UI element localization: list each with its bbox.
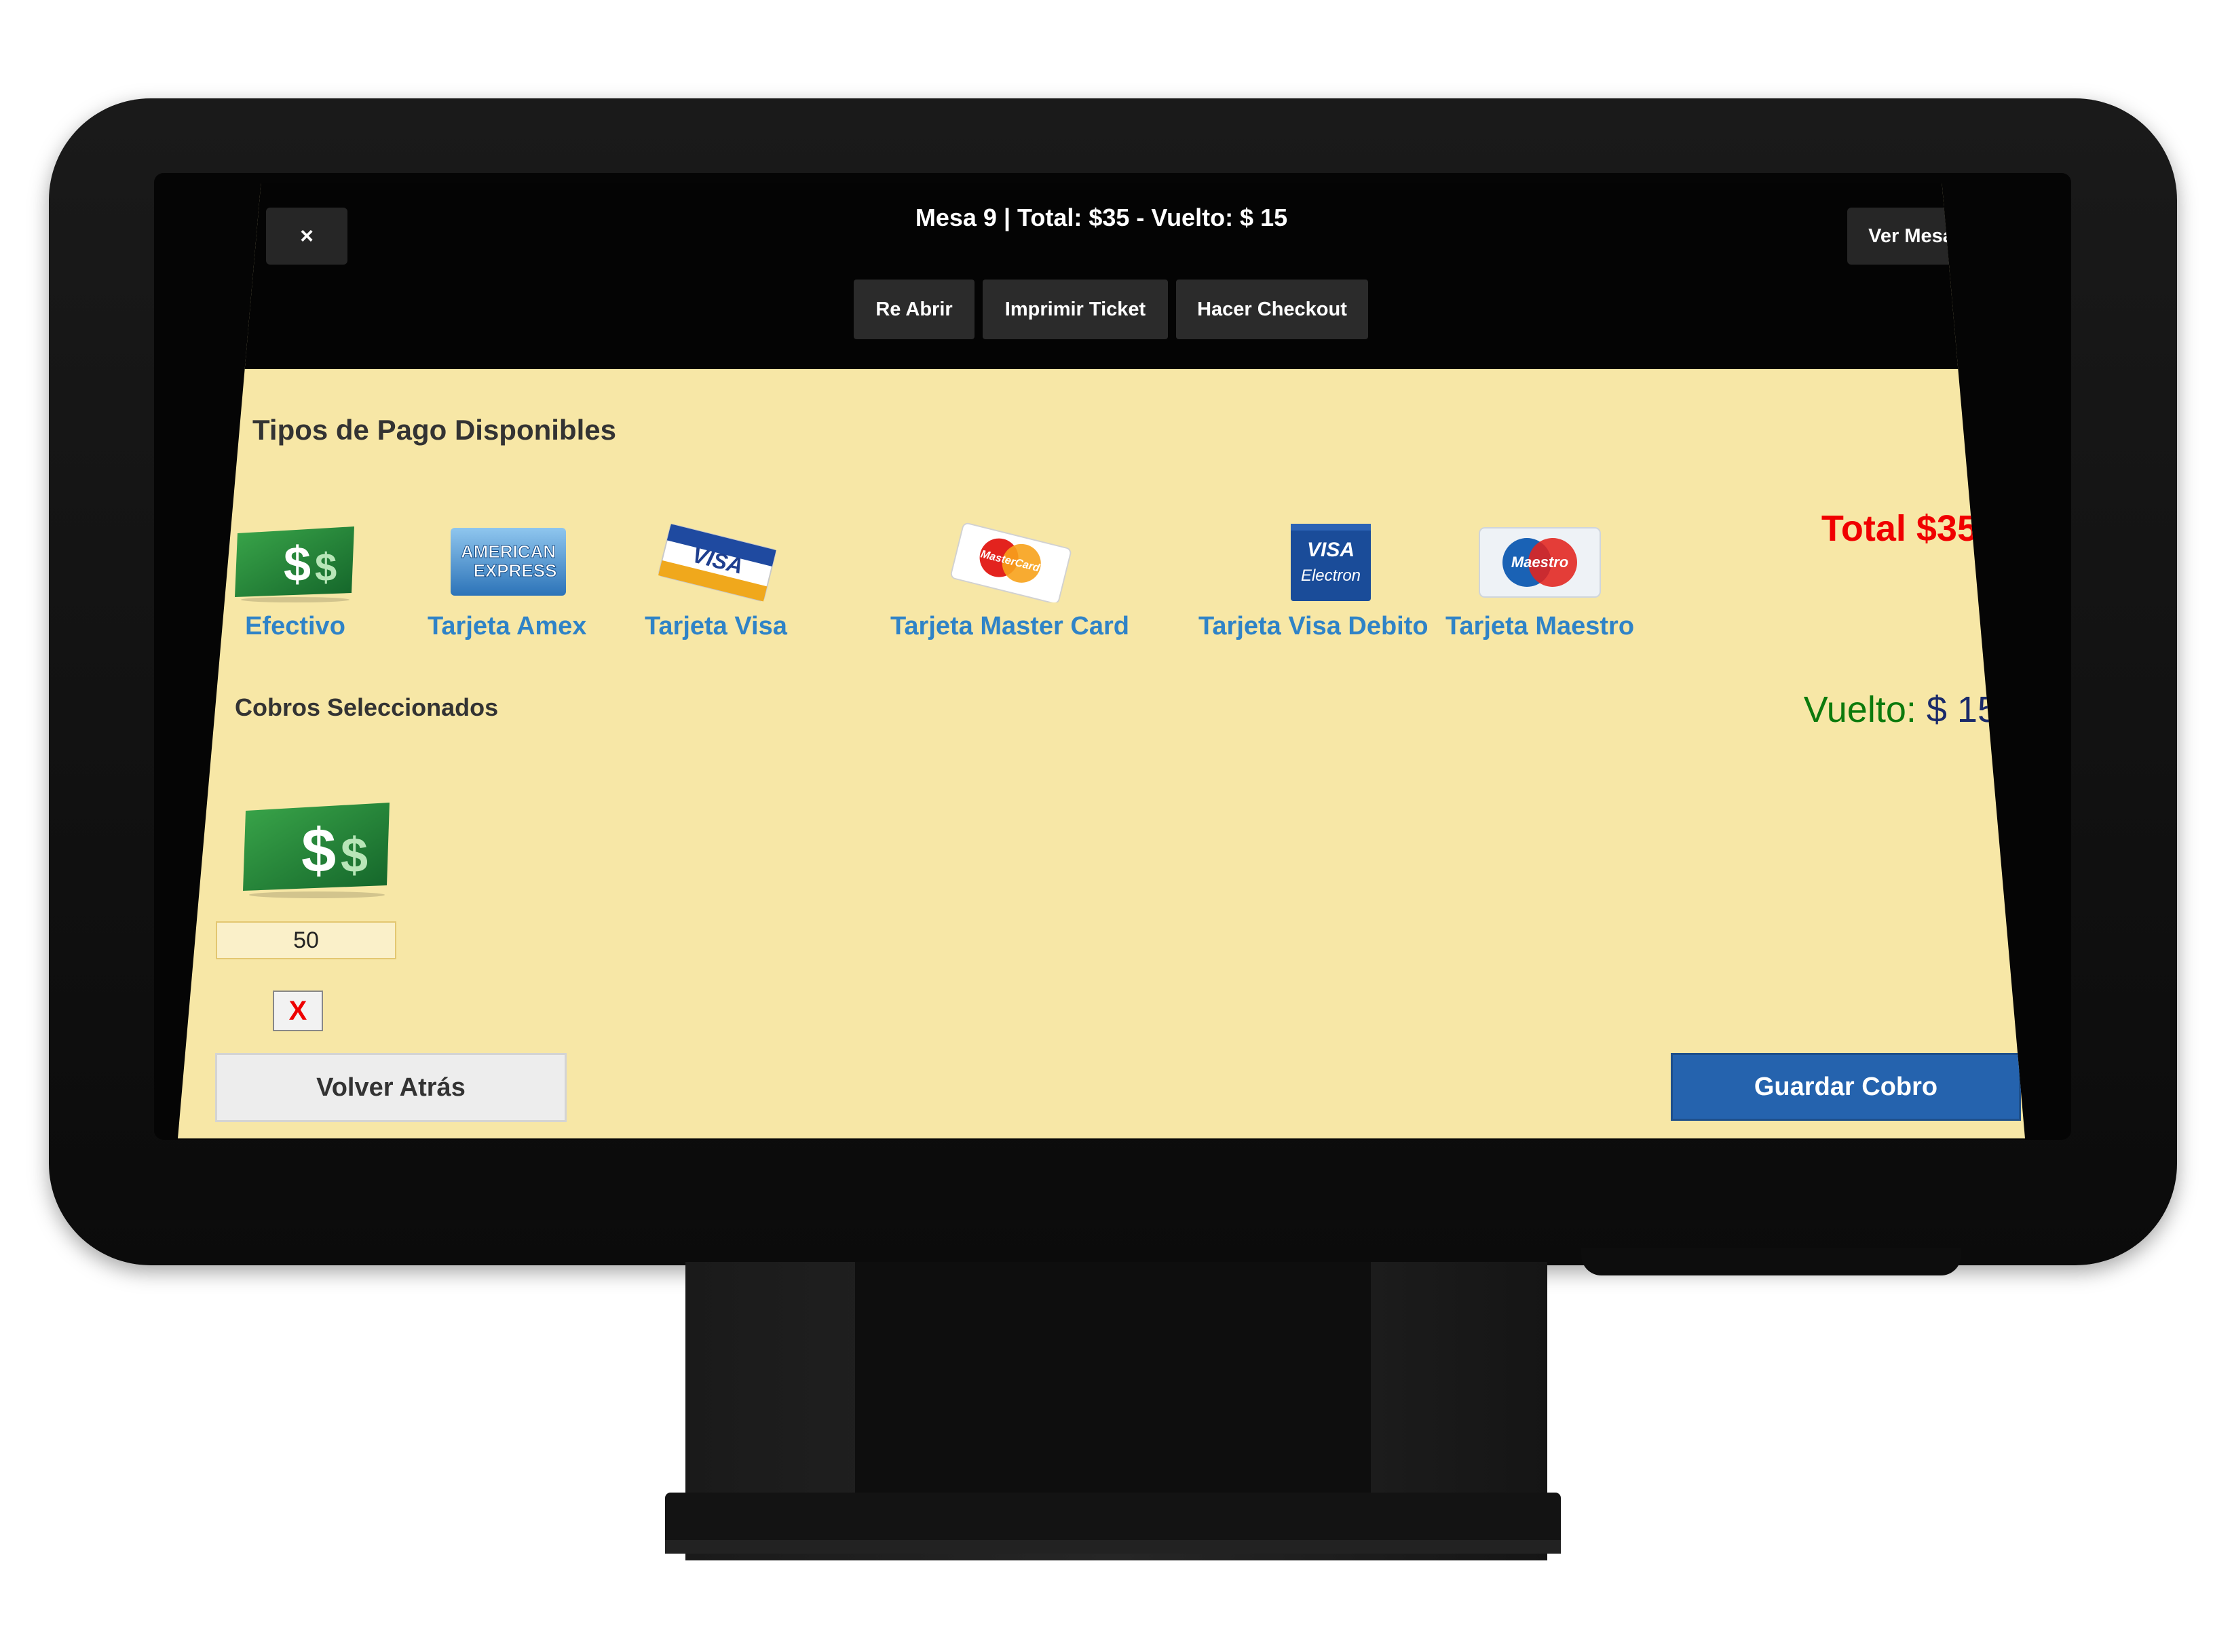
payment-label: Efectivo <box>245 612 345 640</box>
selected-payments-heading: Cobros Seleccionados <box>235 693 499 721</box>
maestro-card-icon: Maestro <box>1475 522 1604 602</box>
amex-card-text-2: EXPRESS <box>474 560 557 581</box>
cash-icon: $ $ <box>239 797 395 902</box>
pos-screen: × Mesa 9 | Total: $35 - Vuelto: $ 15 Ver… <box>178 183 2025 1138</box>
payment-label: Tarjeta Visa Debito <box>1198 612 1429 640</box>
maestro-card-text: Maestro <box>1511 554 1568 571</box>
remove-payment-button[interactable]: X <box>273 991 323 1031</box>
cash-icon: $ $ <box>231 522 360 602</box>
payment-option-visa-debito[interactable]: VISA Electron Tarjeta Visa Debito <box>1198 522 1429 641</box>
monitor-ports <box>1581 1248 1961 1275</box>
page-title: Mesa 9 | Total: $35 - Vuelto: $ 15 <box>915 204 1288 231</box>
selected-amount-input[interactable]: 50 <box>216 921 396 959</box>
total-amount: Total $35 <box>1821 508 1978 549</box>
payment-label: Tarjeta Amex <box>428 612 587 640</box>
payment-types-heading: Tipos de Pago Disponibles <box>252 414 616 446</box>
svg-text:$: $ <box>284 537 311 592</box>
payment-label: Tarjeta Master Card <box>890 612 1129 640</box>
mastercard-icon: MasterCard <box>945 522 1074 602</box>
monitor-stand-base <box>665 1493 1561 1547</box>
visa-electron-icon: VISA Electron <box>1249 522 1378 602</box>
payment-option-maestro[interactable]: Maestro Tarjeta Maestro <box>1445 522 1634 641</box>
payment-option-mastercard[interactable]: MasterCard Tarjeta Master Card <box>890 522 1129 641</box>
visa-electron-text-1: VISA <box>1307 539 1355 561</box>
payment-option-visa[interactable]: VISA Tarjeta Visa <box>645 522 787 641</box>
vuelto-label: Vuelto: <box>1803 689 1927 730</box>
imprimir-ticket-button[interactable]: Imprimir Ticket <box>983 280 1168 339</box>
payment-label: Tarjeta Visa <box>645 612 787 640</box>
selected-payment-item: $ $ <box>239 797 395 902</box>
svg-text:$: $ <box>341 828 368 883</box>
back-button[interactable]: Volver Atrás <box>215 1053 567 1122</box>
hacer-checkout-button[interactable]: Hacer Checkout <box>1176 280 1368 339</box>
payment-option-amex[interactable]: AMERICAN EXPRESS Tarjeta Amex <box>428 522 586 641</box>
monitor-stand-foot <box>665 1540 1561 1554</box>
vuelto-display: Vuelto: $ 15 <box>1804 689 1998 731</box>
top-bar: × Mesa 9 | Total: $35 - Vuelto: $ 15 Ver… <box>178 183 2025 369</box>
amex-card-text-1: AMERICAN <box>461 541 556 562</box>
re-abrir-button[interactable]: Re Abrir <box>854 280 975 339</box>
payment-option-efectivo[interactable]: $ $ Efectivo <box>231 522 360 641</box>
amex-card-icon: AMERICAN EXPRESS <box>442 522 571 602</box>
visa-electron-text-2: Electron <box>1301 566 1361 585</box>
visa-card-icon: VISA <box>651 522 780 602</box>
svg-text:$: $ <box>315 545 337 590</box>
action-bar: Re Abrir Imprimir Ticket Hacer Checkout <box>854 280 1368 339</box>
svg-text:$: $ <box>301 816 336 885</box>
save-payment-button[interactable]: Guardar Cobro <box>1671 1053 2021 1121</box>
payment-label: Tarjeta Maestro <box>1445 612 1635 640</box>
close-icon: X <box>288 995 307 1026</box>
